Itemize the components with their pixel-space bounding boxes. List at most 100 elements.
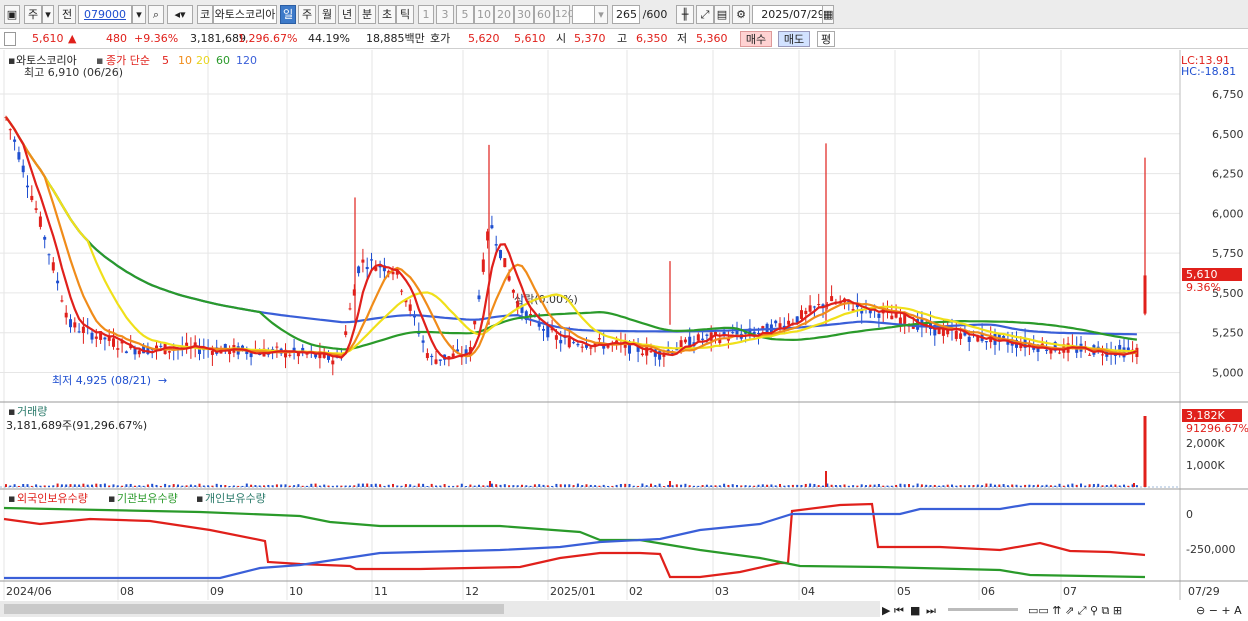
speaker-icon[interactable]: ◂▾ (167, 5, 193, 24)
volume-bar (693, 485, 695, 487)
save-icon[interactable]: ▤ (714, 5, 730, 24)
volume-bar (800, 485, 803, 487)
volume-bar (5, 484, 7, 487)
volume-bar (159, 485, 162, 487)
volume-bar (942, 485, 945, 487)
volume-bar (908, 484, 910, 487)
volume-bar (56, 483, 59, 487)
tab-day[interactable]: 일 (280, 5, 296, 24)
y-tick: 5,000 (1212, 367, 1244, 380)
volume-bar (112, 484, 115, 487)
candle-body (425, 353, 429, 359)
volume-bar (353, 485, 356, 487)
period-select[interactable]: 주 (24, 5, 42, 24)
volume-bar (736, 484, 738, 487)
candle-body (331, 360, 335, 365)
tab-tick[interactable]: 틱 (396, 5, 414, 24)
volume-bar (207, 485, 210, 487)
volume-bar (155, 484, 158, 487)
panel-marker-icon: ▪ (8, 405, 15, 418)
high-label: 고 (617, 32, 628, 45)
interval-60[interactable]: 60 (534, 5, 554, 24)
interval-1[interactable]: 1 (418, 5, 434, 24)
candle-body (434, 359, 438, 364)
volume-bar (1101, 485, 1104, 487)
window-icon[interactable]: ▣ (4, 5, 20, 24)
vol-tick-1000: 1,000K (1186, 459, 1225, 472)
play-icon[interactable]: ▶ (882, 604, 891, 617)
checkbox-icon[interactable] (4, 32, 16, 46)
interval-3[interactable]: 3 (436, 5, 454, 24)
interval-10[interactable]: 10 (474, 5, 494, 24)
chart-area[interactable]: ▪ 와토스코리아 ▪ 종가 단순 5 10 20 60 120 최고 6,910… (0, 50, 1248, 621)
volume-bar (306, 485, 308, 487)
gear-icon[interactable]: ⚙ (732, 5, 750, 24)
volume-bar (804, 483, 807, 487)
volume-bar (834, 485, 837, 487)
candle-body (288, 354, 292, 356)
volume-bar (9, 485, 12, 487)
volume-bar (817, 485, 820, 487)
tab-week[interactable]: 주 (298, 5, 316, 24)
search-icon[interactable]: ⌕ (148, 5, 164, 24)
chevron-down-icon[interactable]: ▾ (594, 5, 608, 24)
volume-bar (830, 484, 833, 487)
x-tick: 03 (715, 585, 729, 598)
zoom-icons[interactable]: ⊖ − + A (1196, 604, 1242, 617)
volume-bar (594, 485, 597, 487)
calendar-icon[interactable]: ▦ (822, 5, 834, 24)
interval-20[interactable]: 20 (494, 5, 514, 24)
stop-icon[interactable]: ■ (910, 604, 920, 617)
volume-bar (1062, 485, 1065, 487)
volume-bar (899, 483, 902, 487)
count-input[interactable]: 265 (612, 5, 640, 24)
interval-5[interactable]: 5 (456, 5, 474, 24)
volume-bar (628, 483, 631, 487)
volume-bar (400, 485, 403, 487)
candle-body (787, 320, 791, 325)
volume-bar (327, 485, 330, 487)
candle-body (580, 346, 584, 348)
tab-month[interactable]: 월 (318, 5, 336, 24)
y-tick: 6,750 (1212, 88, 1244, 101)
volume-bar (361, 483, 364, 487)
candle-body (494, 244, 498, 246)
volume-bar (78, 484, 81, 487)
tab-minute[interactable]: 분 (358, 5, 376, 24)
forward-icon[interactable]: ⏭ (926, 604, 936, 617)
low-price: 5,360 (696, 32, 728, 45)
volume-bar (559, 484, 562, 487)
buy-button[interactable]: 매수 (740, 31, 772, 47)
scrollbar-thumb[interactable] (4, 604, 504, 614)
candle-body (1045, 349, 1049, 351)
tab-year[interactable]: 년 (338, 5, 356, 24)
zoom-slider[interactable] (948, 608, 1018, 611)
volume-bar (60, 484, 63, 487)
candle-body (868, 310, 872, 314)
candle-body (438, 359, 442, 361)
tool-icons[interactable]: ▭▭ ⇈ ⇗ ⤢ ⚲ ⧉ ⊞ (1028, 604, 1122, 617)
avg-button[interactable]: 평 (817, 31, 835, 47)
candle-body (1118, 345, 1122, 350)
sell-button[interactable]: 매도 (778, 31, 810, 47)
chevron-down-icon[interactable]: ▾ (42, 5, 54, 24)
tab-second[interactable]: 초 (378, 5, 396, 24)
candle-body (56, 280, 60, 284)
volume-bar (589, 484, 592, 487)
volume-bar (1037, 484, 1039, 487)
interval-30[interactable]: 30 (514, 5, 534, 24)
x-tick: 12 (465, 585, 479, 598)
rewind-icon[interactable]: ⏮ (894, 604, 904, 617)
interval-120[interactable]: 120 (554, 5, 574, 24)
volume-bar (426, 485, 429, 487)
high-note: 최고 6,910 (06/26) (24, 66, 123, 79)
candle-icon[interactable]: ╫ (676, 5, 694, 24)
chevron-down-icon[interactable]: ▾ (132, 5, 146, 24)
prev-button[interactable]: 전 (58, 5, 76, 24)
volume-bar (39, 485, 42, 487)
code-input[interactable]: 079000 (78, 5, 132, 24)
line-tool-icon[interactable]: ⤢ (696, 5, 714, 24)
volume-bar (99, 484, 102, 487)
hc-label: HC:-18.81 (1181, 65, 1236, 78)
volume-bar (271, 485, 274, 487)
